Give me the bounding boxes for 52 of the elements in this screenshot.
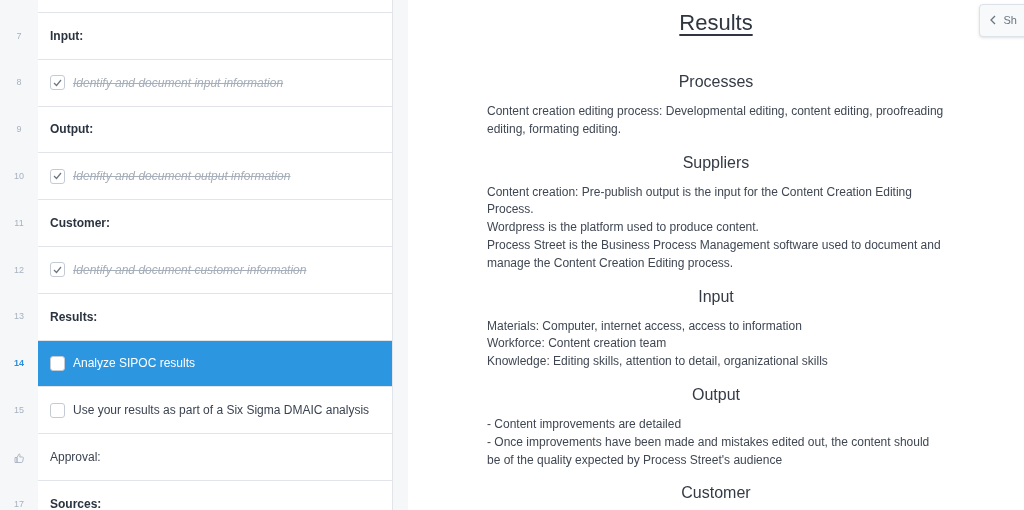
approval-label: Approval:	[50, 449, 101, 467]
checkmark-icon	[53, 265, 62, 274]
thumbs-up-icon	[14, 452, 24, 463]
task-label: Idenfity and document output information	[73, 168, 291, 186]
checkbox[interactable]	[50, 75, 65, 91]
checkmark-icon	[53, 78, 62, 87]
paragraph: Content creation editing process: Developmental editing, content editing, proofreading editing, formating editing.	[487, 103, 945, 138]
section-heading: Input:	[50, 27, 84, 45]
paragraph: - Once improvements have been made and mistakes edited out, the content should be of the quality expected by Process Street's audience	[487, 433, 931, 469]
checkbox[interactable]	[50, 355, 65, 371]
paragraph: Workforce: Content creation team	[487, 335, 668, 353]
checkbox[interactable]	[50, 262, 65, 278]
step-number: 15	[14, 404, 24, 417]
checklist-item[interactable]: Use your results as part of a Six Sigma DMAIC analysis	[38, 387, 393, 435]
section-heading: Output	[691, 384, 741, 405]
checklist-item[interactable]: Identify and document customer information	[38, 247, 393, 294]
checklist-item[interactable]: Idenfity and document output information	[38, 153, 393, 201]
task-label: Use your results as part of a Six Sigma DMAIC analysis	[73, 402, 370, 420]
section-heading: Suppliers	[681, 152, 751, 173]
checkmark-icon	[53, 172, 62, 181]
step-number: 13	[14, 310, 24, 324]
section-heading: Processes	[677, 72, 755, 92]
step-number: 12	[14, 263, 24, 277]
task-label: Analyze SIPOC results	[73, 355, 196, 373]
section-heading: Customer	[680, 483, 752, 504]
section-heading: Results:	[50, 308, 98, 326]
task-label: Identify and document customer information	[73, 261, 307, 279]
checklist-item[interactable]: Identify and document input information	[38, 59, 393, 107]
step-number: 8	[16, 76, 22, 90]
step-number: 17	[14, 497, 24, 510]
step-number: 14	[14, 357, 24, 371]
paragraph: Materials: Computer, internet access, access to information	[487, 317, 803, 335]
checklist-item[interactable]: Analyze SIPOC results	[38, 340, 393, 388]
checkbox[interactable]	[50, 402, 65, 418]
paragraph: Content creation: Pre-publish output is the input for the Content Creation Editing Process.	[487, 183, 913, 219]
checkbox[interactable]	[50, 168, 65, 184]
section-heading: Input	[697, 286, 735, 307]
step-number: 7	[16, 29, 22, 43]
section-heading: Customer:	[50, 215, 110, 233]
paragraph: Wordpress is the platform used to produce content.	[487, 219, 760, 237]
step-number: 10	[14, 170, 24, 184]
document-title: Results	[679, 9, 753, 37]
step-number: 11	[14, 216, 24, 230]
paragraph: - Content improvements are detailed	[487, 415, 683, 433]
task-label: Identify and document input information	[73, 74, 284, 92]
show-button[interactable]: Sh	[978, 4, 1024, 37]
chevron-left-icon	[989, 15, 996, 26]
section-heading: Output:	[50, 121, 94, 139]
paragraph: Process Street is the Business Process Management software used to document and manage the Content Creation Editing process.	[487, 237, 942, 272]
paragraph: Knowledge: Editing skills, attention to detail, organizational skills	[487, 353, 829, 371]
section-heading: Sources:	[50, 495, 102, 510]
step-number: 9	[16, 123, 22, 137]
